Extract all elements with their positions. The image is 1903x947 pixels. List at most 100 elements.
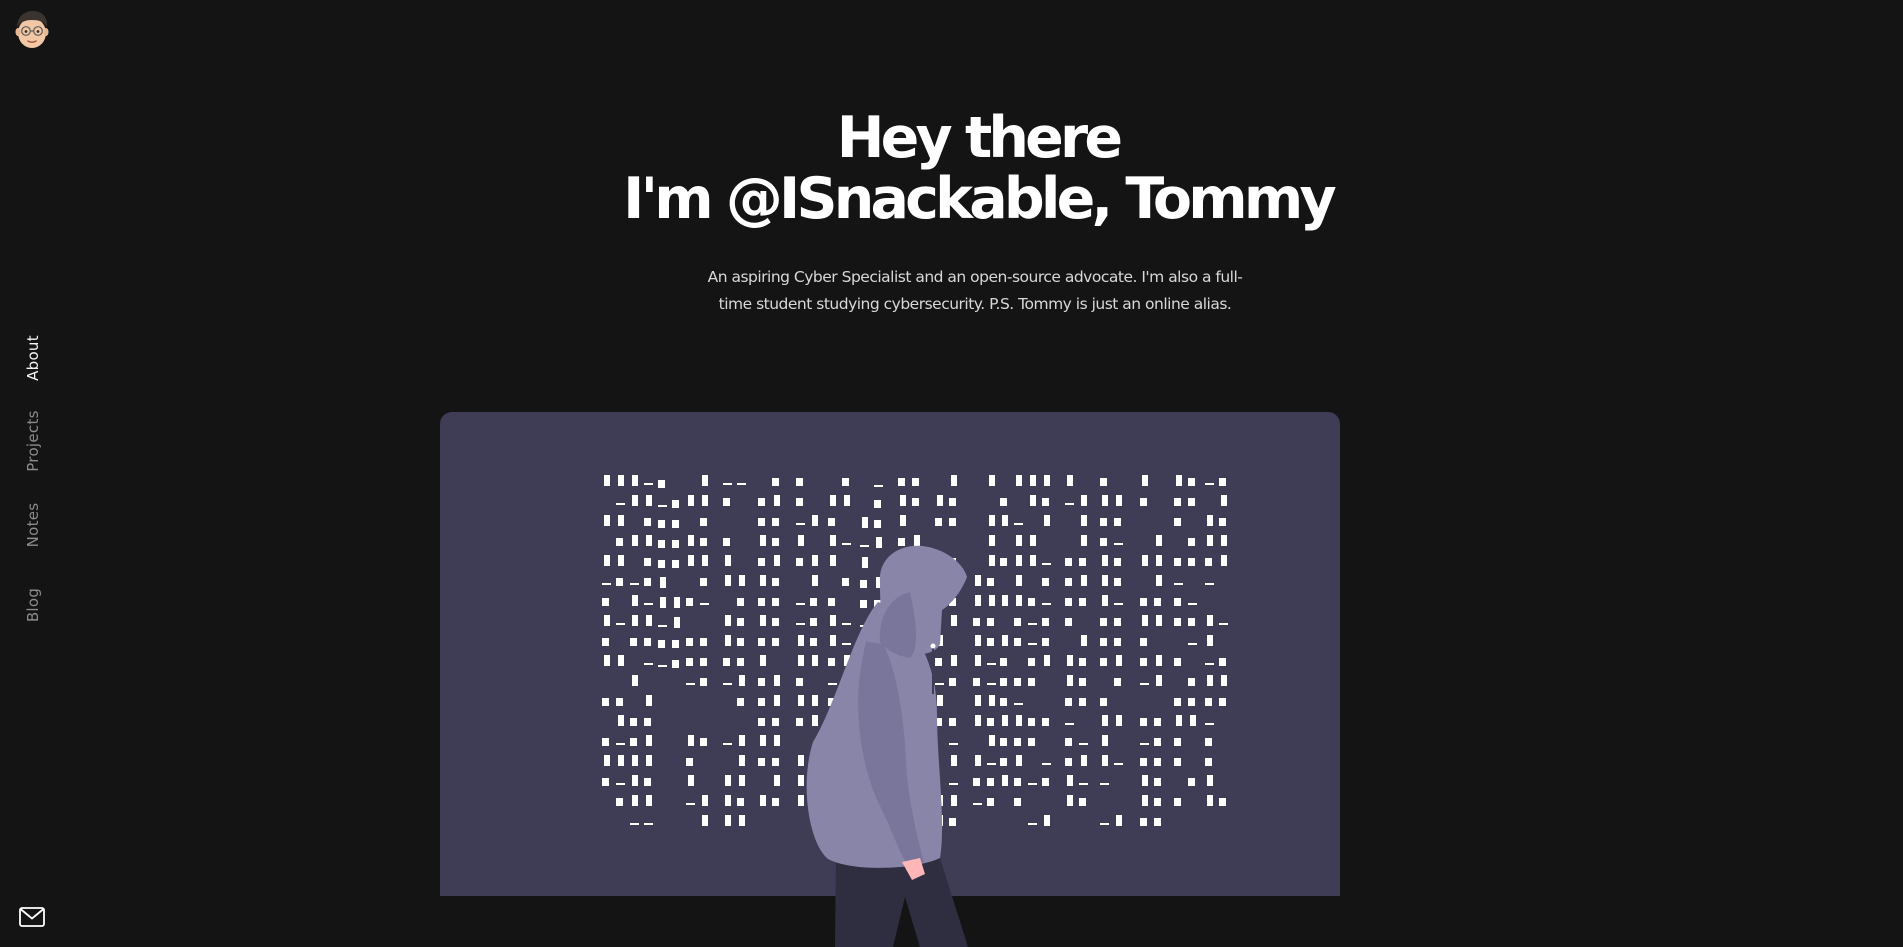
binary-glyph xyxy=(604,555,610,566)
binary-glyph xyxy=(1000,558,1007,566)
binary-glyph xyxy=(632,795,638,806)
binary-glyph xyxy=(1100,698,1107,706)
binary-glyph xyxy=(1067,795,1073,806)
binary-glyph xyxy=(646,795,652,806)
binary-glyph xyxy=(739,815,745,826)
binary-glyph xyxy=(798,695,804,706)
binary-glyph xyxy=(1142,475,1148,486)
binary-glyph xyxy=(951,655,957,666)
binary-glyph xyxy=(688,775,694,786)
binary-glyph xyxy=(798,655,804,666)
binary-glyph xyxy=(1100,478,1107,486)
binary-glyph xyxy=(989,475,995,486)
binary-glyph xyxy=(1174,618,1181,626)
binary-glyph xyxy=(632,615,638,626)
binary-glyph xyxy=(975,575,981,586)
binary-glyph xyxy=(830,555,836,566)
binary-glyph xyxy=(737,658,744,666)
binary-glyph xyxy=(739,575,745,586)
binary-glyph xyxy=(844,495,850,506)
binary-glyph xyxy=(1142,775,1148,786)
binary-glyph xyxy=(1154,818,1161,826)
binary-glyph xyxy=(1174,498,1181,506)
binary-glyph xyxy=(644,718,651,726)
binary-glyph xyxy=(1002,715,1008,726)
binary-glyph xyxy=(1205,583,1214,585)
binary-glyph xyxy=(1042,578,1049,586)
binary-glyph xyxy=(951,755,957,766)
binary-glyph xyxy=(1188,643,1197,645)
binary-glyph xyxy=(1100,823,1109,825)
hero-description: An aspiring Cyber Specialist and an open… xyxy=(707,268,1243,313)
binary-glyph xyxy=(772,478,779,486)
binary-glyph xyxy=(632,595,638,606)
binary-glyph xyxy=(1154,798,1161,806)
binary-glyph xyxy=(646,495,652,506)
binary-glyph xyxy=(616,578,623,586)
binary-glyph xyxy=(1188,698,1195,706)
binary-glyph xyxy=(828,658,835,666)
binary-glyph xyxy=(1207,615,1213,626)
binary-glyph xyxy=(758,758,765,766)
binary-glyph xyxy=(937,695,943,706)
binary-glyph xyxy=(949,518,956,526)
binary-glyph xyxy=(810,618,817,626)
binary-glyph xyxy=(618,715,624,726)
binary-glyph xyxy=(898,478,905,486)
binary-glyph xyxy=(1156,655,1162,666)
binary-glyph xyxy=(1142,555,1148,566)
binary-glyph xyxy=(1000,658,1007,666)
nav-item-about[interactable]: About xyxy=(24,335,42,381)
binary-glyph xyxy=(1116,815,1122,826)
binary-glyph xyxy=(1065,698,1072,706)
binary-glyph xyxy=(798,755,804,766)
binary-glyph xyxy=(772,758,779,766)
binary-glyph xyxy=(1114,578,1121,586)
binary-glyph xyxy=(646,535,652,546)
binary-glyph xyxy=(798,775,804,786)
binary-glyph xyxy=(1000,678,1007,686)
binary-glyph xyxy=(700,738,707,746)
binary-glyph xyxy=(1042,563,1051,565)
binary-glyph xyxy=(1102,755,1108,766)
binary-glyph xyxy=(796,718,803,726)
binary-glyph xyxy=(1114,618,1121,626)
binary-glyph xyxy=(1154,758,1161,766)
binary-glyph xyxy=(951,615,957,626)
binary-glyph xyxy=(760,735,766,746)
binary-glyph xyxy=(774,775,780,786)
binary-glyph xyxy=(604,475,610,486)
binary-glyph xyxy=(1014,638,1021,646)
binary-glyph xyxy=(658,480,665,488)
binary-glyph xyxy=(772,578,779,586)
binary-glyph xyxy=(1100,658,1107,666)
binary-glyph xyxy=(812,515,818,526)
binary-glyph xyxy=(602,778,609,786)
binary-glyph xyxy=(1116,715,1122,726)
binary-glyph xyxy=(1102,495,1108,506)
nav-item-blog[interactable]: Blog xyxy=(24,588,42,622)
binary-glyph xyxy=(1176,475,1182,486)
binary-glyph xyxy=(758,638,765,646)
binary-glyph xyxy=(937,495,943,506)
binary-glyph xyxy=(1205,723,1214,725)
nav-item-notes[interactable]: Notes xyxy=(24,503,42,548)
binary-glyph xyxy=(674,597,680,608)
binary-glyph xyxy=(1102,735,1108,746)
binary-glyph xyxy=(1114,558,1121,566)
binary-glyph xyxy=(602,698,609,706)
binary-glyph xyxy=(796,523,805,525)
mail-icon[interactable] xyxy=(19,907,45,927)
binary-glyph xyxy=(810,598,817,606)
binary-glyph xyxy=(1102,595,1108,606)
nav-item-projects[interactable]: Projects xyxy=(24,410,42,472)
binary-glyph xyxy=(1079,678,1086,686)
binary-glyph xyxy=(812,555,818,566)
binary-glyph xyxy=(987,618,994,626)
binary-glyph xyxy=(760,795,766,806)
binary-glyph xyxy=(602,638,609,646)
binary-glyph xyxy=(758,678,765,686)
binary-glyph xyxy=(1079,743,1088,745)
binary-glyph xyxy=(1030,495,1036,506)
binary-glyph xyxy=(723,538,730,546)
